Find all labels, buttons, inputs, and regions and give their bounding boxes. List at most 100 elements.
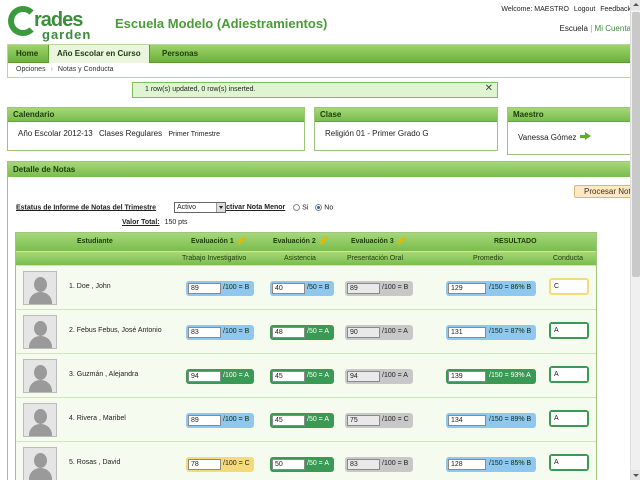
conducta-input[interactable]: C — [551, 280, 587, 293]
mi-cuenta-link[interactable]: Mi Cuenta — [595, 24, 631, 33]
gradesgarden-logo[interactable]: rades garden — [8, 6, 104, 42]
breadcrumb-notas[interactable]: Notas y Conducta — [58, 66, 114, 73]
eval1-result: /100 = B — [223, 416, 250, 423]
valor-total-value: 150 pts — [164, 219, 188, 226]
eval2-input[interactable]: 48 — [272, 327, 305, 338]
pencil-icon[interactable] — [319, 236, 328, 245]
eval1-result: /100 = C — [223, 460, 250, 467]
welcome-text: Welcome: MAESTRO — [501, 6, 569, 13]
message-text: 1 row(s) updated, 0 row(s) inserted. — [145, 86, 256, 93]
promedio-value: 128 — [448, 459, 486, 470]
eval2-input[interactable]: 45 — [272, 415, 305, 426]
eval1-result: /100 = B — [223, 328, 250, 335]
arrow-right-icon[interactable] — [579, 132, 591, 141]
student-name: 3. Guzmán , Alejandra — [69, 371, 139, 378]
eval1-cell: 83/100 = B — [186, 325, 254, 340]
scroll-down-icon[interactable] — [631, 470, 640, 480]
top-links: Welcome: MAESTRO Logout Feedback — [498, 6, 631, 13]
eval3-input: 83 — [347, 459, 380, 470]
school-year: Año Escolar 2012-13 — [18, 129, 93, 138]
conducta-cell: A — [549, 322, 589, 339]
eval1-input[interactable]: 89 — [188, 415, 221, 426]
tab-bar: Home Año Escolar en Curso Personas — [8, 45, 630, 63]
student-name: 5. Rosas , David — [69, 459, 121, 466]
conducta-cell: A — [549, 454, 589, 471]
valor-total: Valor Total: 150 pts — [122, 219, 188, 226]
chevron-down-icon — [216, 203, 225, 212]
calendario-panel: Calendario Año Escolar 2012-13 Clases Re… — [7, 107, 305, 151]
tab-ano-escolar[interactable]: Año Escolar en Curso — [48, 45, 150, 63]
main-navigation: Home Año Escolar en Curso Personas Opcio… — [7, 44, 631, 78]
eval2-result: /50 = A — [307, 416, 329, 423]
breadcrumb-opciones[interactable]: Opciones — [16, 66, 46, 73]
eval1-cell: 94/100 = A — [186, 369, 254, 384]
close-icon[interactable]: ✕ — [485, 83, 493, 94]
conducta-input[interactable]: A — [551, 324, 587, 337]
promedio-result: /150 = 93% A — [489, 372, 531, 379]
eval3-input: 90 — [347, 327, 380, 338]
eval1-input[interactable]: 89 — [188, 283, 221, 294]
eval1-cell: 89/100 = B — [186, 281, 254, 296]
scroll-up-icon[interactable] — [631, 0, 640, 10]
eval1-input[interactable]: 83 — [188, 327, 221, 338]
feedback-link[interactable]: Feedback — [600, 6, 631, 13]
maestro-title: Maestro — [508, 108, 631, 122]
class-type: Clases Regulares — [98, 129, 163, 138]
calendario-title: Calendario — [8, 108, 304, 122]
conducta-input[interactable]: A — [551, 412, 587, 425]
vertical-scrollbar[interactable] — [630, 0, 640, 480]
table-row: 3. Guzmán , Alejandra 94/100 = A 45/50 =… — [16, 353, 596, 397]
table-row: 2. Febus Febus, José Antonio 83/100 = B … — [16, 309, 596, 353]
table-row: 5. Rosas , David 78/100 = C 50/50 = A 83… — [16, 441, 596, 480]
conducta-cell: A — [549, 410, 589, 427]
header-asistencia: Asistencia — [284, 255, 316, 262]
eval2-result: /50 = A — [307, 460, 329, 467]
avatar — [23, 271, 57, 305]
eval2-input[interactable]: 40 — [272, 283, 305, 294]
header-presentacion: Presentación Oral — [347, 255, 404, 262]
avatar — [23, 403, 57, 437]
pencil-icon[interactable] — [397, 236, 406, 245]
eval3-cell: 75/100 = C — [345, 413, 413, 428]
promedio-result: /150 = 87% B — [489, 328, 532, 335]
promedio-result: /150 = 86% B — [489, 284, 532, 291]
eval2-input[interactable]: 45 — [272, 371, 305, 382]
eval3-cell: 90/100 = A — [345, 325, 413, 340]
eval1-input[interactable]: 94 — [188, 371, 221, 382]
estatus-selected: Activo — [177, 204, 197, 211]
student-name: 2. Febus Febus, José Antonio — [69, 327, 162, 334]
conducta-input[interactable]: A — [551, 368, 587, 381]
separator: | — [590, 24, 593, 33]
eval3-result: /100 = A — [382, 372, 408, 379]
school-links: Escuela | Mi Cuenta — [560, 24, 631, 33]
header-resultado: RESULTADO — [494, 238, 537, 245]
radio-no[interactable] — [315, 204, 323, 211]
estatus-select[interactable]: Activo — [174, 202, 226, 213]
eval1-result: /100 = B — [223, 284, 250, 291]
tab-personas[interactable]: Personas — [154, 45, 206, 63]
header-conducta: Conducta — [553, 255, 583, 262]
promedio-value: 139 — [448, 371, 486, 382]
scrollbar-thumb[interactable] — [632, 12, 640, 277]
avatar — [23, 359, 57, 393]
eval3-input: 89 — [347, 283, 380, 294]
conducta-cell: A — [549, 366, 589, 383]
eval3-result: /100 = C — [382, 416, 409, 423]
header-eval1: Evaluación 1 — [191, 236, 246, 245]
tab-home[interactable]: Home — [8, 45, 46, 63]
teacher-name: Vanessa Gómez — [518, 133, 577, 142]
radio-si[interactable] — [293, 204, 301, 211]
grid-header-row-2: Trabajo Investigativo Asistencia Present… — [16, 251, 596, 265]
eval1-input[interactable]: 78 — [188, 459, 221, 470]
avatar — [23, 315, 57, 349]
escuela-link[interactable]: Escuela — [560, 24, 588, 33]
maestro-body: Vanessa Gómez — [508, 122, 631, 149]
eval2-cell: 45/50 = A — [270, 369, 334, 384]
promedio-cell: 131/150 = 87% B — [446, 325, 536, 340]
eval2-input[interactable]: 50 — [272, 459, 305, 470]
estatus-label: Estatus de Informe de Notas del Trimestr… — [16, 204, 157, 212]
avatar — [23, 447, 57, 480]
pencil-icon[interactable] — [237, 236, 246, 245]
logout-link[interactable]: Logout — [574, 6, 595, 13]
conducta-input[interactable]: A — [551, 456, 587, 469]
